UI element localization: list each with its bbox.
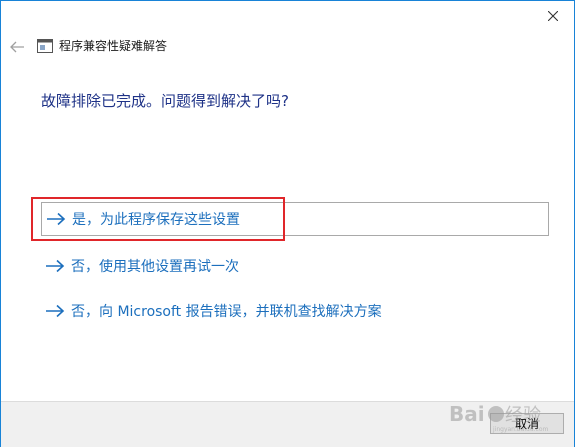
back-button[interactable]: [9, 39, 27, 55]
window-title: 程序兼容性疑难解答: [59, 39, 168, 53]
option-report-error[interactable]: 否，向 Microsoft 报告错误，并联机查找解决方案: [41, 294, 549, 328]
troubleshooter-window: 程序兼容性疑难解答 故障排除已完成。问题得到解决了吗? 是，为此程序保存这些设置…: [0, 0, 575, 447]
troubleshoot-question: 故障排除已完成。问题得到解决了吗?: [41, 92, 289, 110]
option-try-again-label: 否，使用其他设置再试一次: [71, 259, 239, 275]
option-report-error-label: 否，向 Microsoft 报告错误，并联机查找解决方案: [71, 304, 382, 320]
option-save-settings-label: 是，为此程序保存这些设置: [72, 212, 240, 228]
back-arrow-icon: [10, 41, 24, 53]
footer-bar: 取消: [1, 401, 574, 447]
close-icon: [548, 11, 558, 21]
option-save-settings[interactable]: 是，为此程序保存这些设置: [41, 202, 549, 236]
arrow-right-icon: [47, 212, 66, 226]
compatibility-app-icon: [37, 39, 53, 53]
arrow-right-icon: [46, 304, 65, 318]
close-button[interactable]: [538, 5, 568, 27]
option-try-again[interactable]: 否，使用其他设置再试一次: [41, 249, 549, 283]
cancel-button[interactable]: 取消: [490, 413, 564, 434]
arrow-right-icon: [46, 259, 65, 273]
